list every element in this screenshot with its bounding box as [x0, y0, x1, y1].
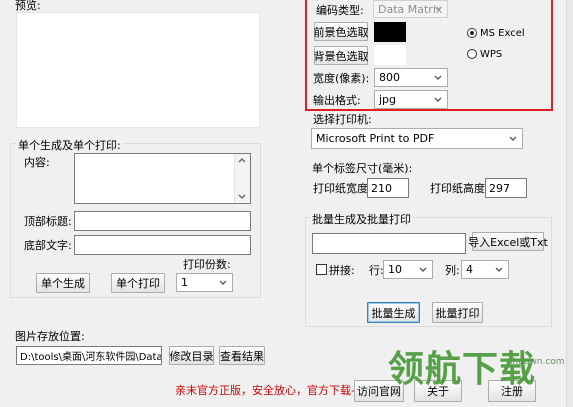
chevron-down-icon [495, 267, 503, 272]
printer-value: Microsoft Print to PDF [316, 132, 435, 145]
row-label: 行: [369, 264, 384, 277]
chevron-down-icon [434, 6, 442, 11]
batch-generate-button[interactable]: 批量生成 [367, 302, 420, 323]
official-notice-text: 亲末官方正版，安全放心，官方下载--> [175, 384, 369, 397]
bottom-text-input[interactable] [74, 235, 251, 255]
copies-select[interactable]: 1 [176, 273, 233, 292]
output-format-label: 输出格式: [313, 94, 361, 107]
col-label: 列: [445, 264, 460, 277]
modify-directory-button[interactable]: 修改目录 [169, 346, 214, 365]
printer-select[interactable]: Microsoft Print to PDF [311, 128, 523, 149]
width-pixels-label: 宽度(像素): [313, 72, 370, 85]
chevron-down-icon [434, 97, 442, 102]
encode-type-select[interactable]: Data Matrix [373, 0, 448, 18]
label-size-label: 单个标签尺寸(毫米): [312, 162, 413, 175]
copies-label: 打印份数: [183, 258, 231, 271]
col-value: 4 [466, 263, 473, 276]
foreground-color-swatch [374, 22, 406, 42]
preview-label: 预览: [15, 0, 41, 12]
save-path-value: D:\tools\桌面\河东软件园\DataMa [20, 352, 162, 363]
chevron-down-icon [419, 267, 427, 272]
bottom-text-label: 底部文字: [24, 239, 72, 252]
scroll-up-icon[interactable] [238, 157, 246, 163]
radio-ms-excel-label[interactable]: MS Excel [480, 29, 525, 39]
foreground-color-button[interactable]: 前景色选取 [314, 22, 369, 41]
watermark-logo: 领航下载 [388, 349, 537, 390]
paper-width-value: 210 [371, 181, 392, 195]
single-generate-button[interactable]: 单个生成 [36, 273, 90, 293]
content-label: 内容: [24, 156, 50, 169]
single-print-button[interactable]: 单个打印 [111, 273, 165, 293]
scroll-down-icon[interactable] [238, 194, 246, 200]
save-location-label: 图片存放位置: [15, 330, 85, 343]
output-format-value: jpg [379, 93, 397, 106]
row-select[interactable]: 10 [383, 260, 433, 279]
splice-checkbox[interactable] [316, 264, 327, 275]
paper-height-label: 打印纸高度: [430, 182, 489, 195]
paper-width-input[interactable]: 210 [367, 178, 409, 198]
width-pixels-select[interactable]: 800 [374, 68, 448, 87]
paper-height-input[interactable]: 297 [485, 178, 527, 198]
paper-width-label: 打印纸宽度: [313, 182, 372, 195]
chevron-down-icon [434, 75, 442, 80]
chevron-down-icon [509, 136, 517, 141]
top-title-input[interactable] [74, 211, 251, 231]
paper-height-value: 297 [489, 181, 510, 195]
background-color-button[interactable]: 背景色选取 [314, 46, 369, 65]
output-format-select[interactable]: jpg [374, 90, 448, 109]
batch-file-input[interactable] [312, 233, 466, 254]
save-path-input[interactable]: D:\tools\桌面\河东软件园\DataMa [16, 346, 162, 365]
preview-image-area [16, 12, 260, 128]
background-color-swatch [374, 45, 406, 65]
radio-ms-excel[interactable] [467, 28, 477, 38]
content-scrollbar[interactable] [234, 154, 250, 203]
radio-wps[interactable] [467, 49, 477, 59]
batch-print-button[interactable]: 批量打印 [432, 302, 483, 323]
col-select[interactable]: 4 [461, 260, 509, 279]
window-right-edge [566, 0, 573, 407]
width-pixels-value: 800 [379, 71, 400, 84]
single-group-title: 单个生成及单个打印: [16, 137, 123, 153]
radio-selected-dot [470, 31, 474, 35]
encode-type-label: 编码类型: [316, 4, 364, 17]
batch-group-title: 批量生成及批量打印 [310, 211, 413, 227]
view-results-button[interactable]: 查看结果 [219, 346, 265, 365]
top-title-label: 顶部标题: [24, 215, 72, 228]
printer-label: 选择打印机: [313, 113, 372, 126]
content-textarea[interactable] [74, 153, 251, 204]
splice-label[interactable]: 拼接: [329, 265, 355, 276]
import-excel-button[interactable]: 导入Excel或Txt [468, 232, 548, 251]
radio-wps-label[interactable]: WPS [480, 50, 502, 60]
copies-select-value: 1 [181, 276, 188, 289]
row-value: 10 [388, 263, 402, 276]
encode-type-value: Data Matrix [378, 2, 443, 16]
chevron-down-icon [219, 280, 227, 285]
